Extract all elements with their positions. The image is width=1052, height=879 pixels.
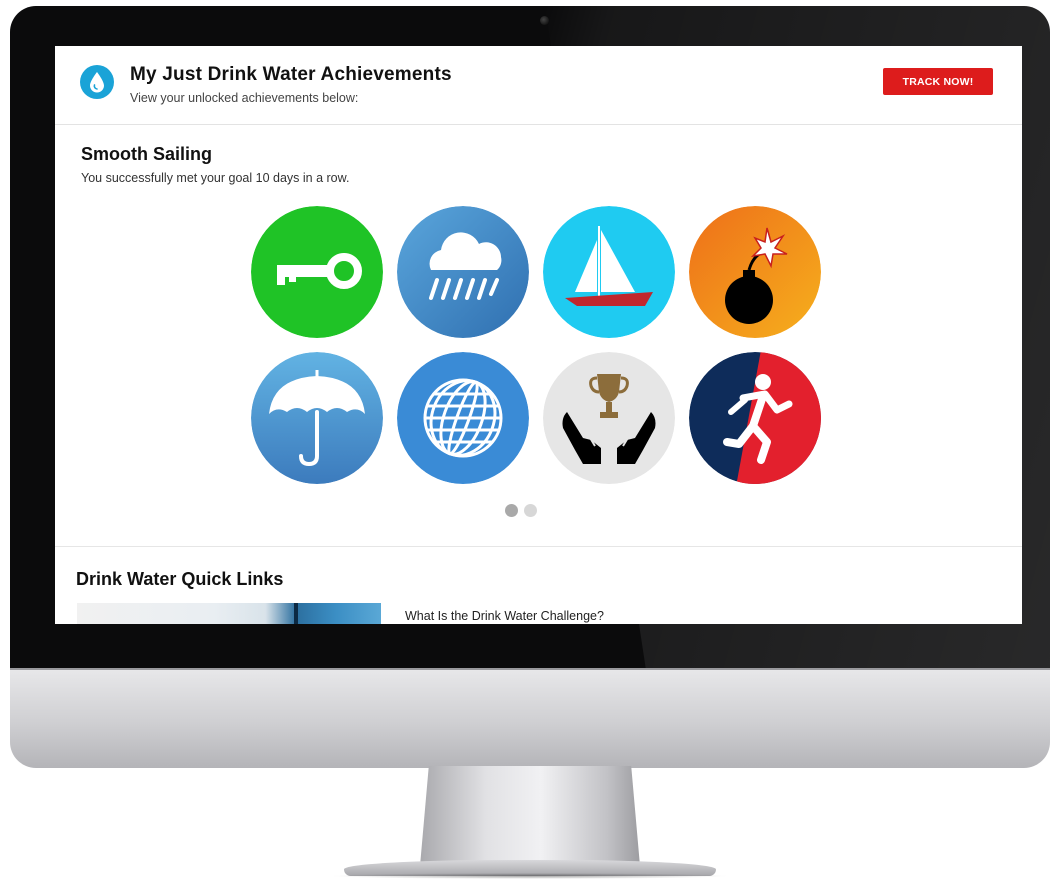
section-divider [55,546,1022,547]
achievement-description: You successfully met your goal 10 days i… [81,171,350,185]
quick-links-title: Drink Water Quick Links [76,569,284,589]
umbrella-icon [251,352,383,484]
badge-runner[interactable] [689,352,821,484]
quick-link-item[interactable]: What Is the Drink Water Challenge? [405,609,604,623]
thumbnail-detail [294,603,298,624]
monitor-chin [10,668,1050,768]
page-header: My Just Drink Water Achievements View yo… [55,46,1022,125]
carousel-dot-1[interactable] [505,504,518,517]
water-drop-icon [80,65,114,99]
trophy-hands-icon [543,352,675,484]
webcam-icon [540,16,549,25]
runner-icon [689,352,821,484]
page-title: My Just Drink Water Achievements [130,64,452,85]
bomb-icon [689,206,821,338]
key-icon [251,206,383,338]
achievement-title: Smooth Sailing [81,144,213,164]
carousel-pagination [505,504,545,518]
page-subtitle: View your unlocked achievements below: [130,91,359,105]
badge-bomb[interactable] [689,206,821,338]
screen: My Just Drink Water Achievements View yo… [55,46,1022,624]
stand-shadow [330,873,730,879]
track-now-button[interactable]: TRACK NOW! [883,68,993,95]
rain-cloud-icon [397,206,529,338]
monitor-stand [420,766,640,866]
sailboat-icon [543,206,675,338]
globe-icon [397,352,529,484]
badge-rain[interactable] [397,206,529,338]
badge-sailboat[interactable] [543,206,675,338]
carousel-dot-2[interactable] [524,504,537,517]
badge-globe[interactable] [397,352,529,484]
chin-seam [10,668,1050,670]
badge-key[interactable] [251,206,383,338]
badge-umbrella[interactable] [251,352,383,484]
quick-link-thumbnail[interactable] [77,603,381,624]
badge-trophy[interactable] [543,352,675,484]
